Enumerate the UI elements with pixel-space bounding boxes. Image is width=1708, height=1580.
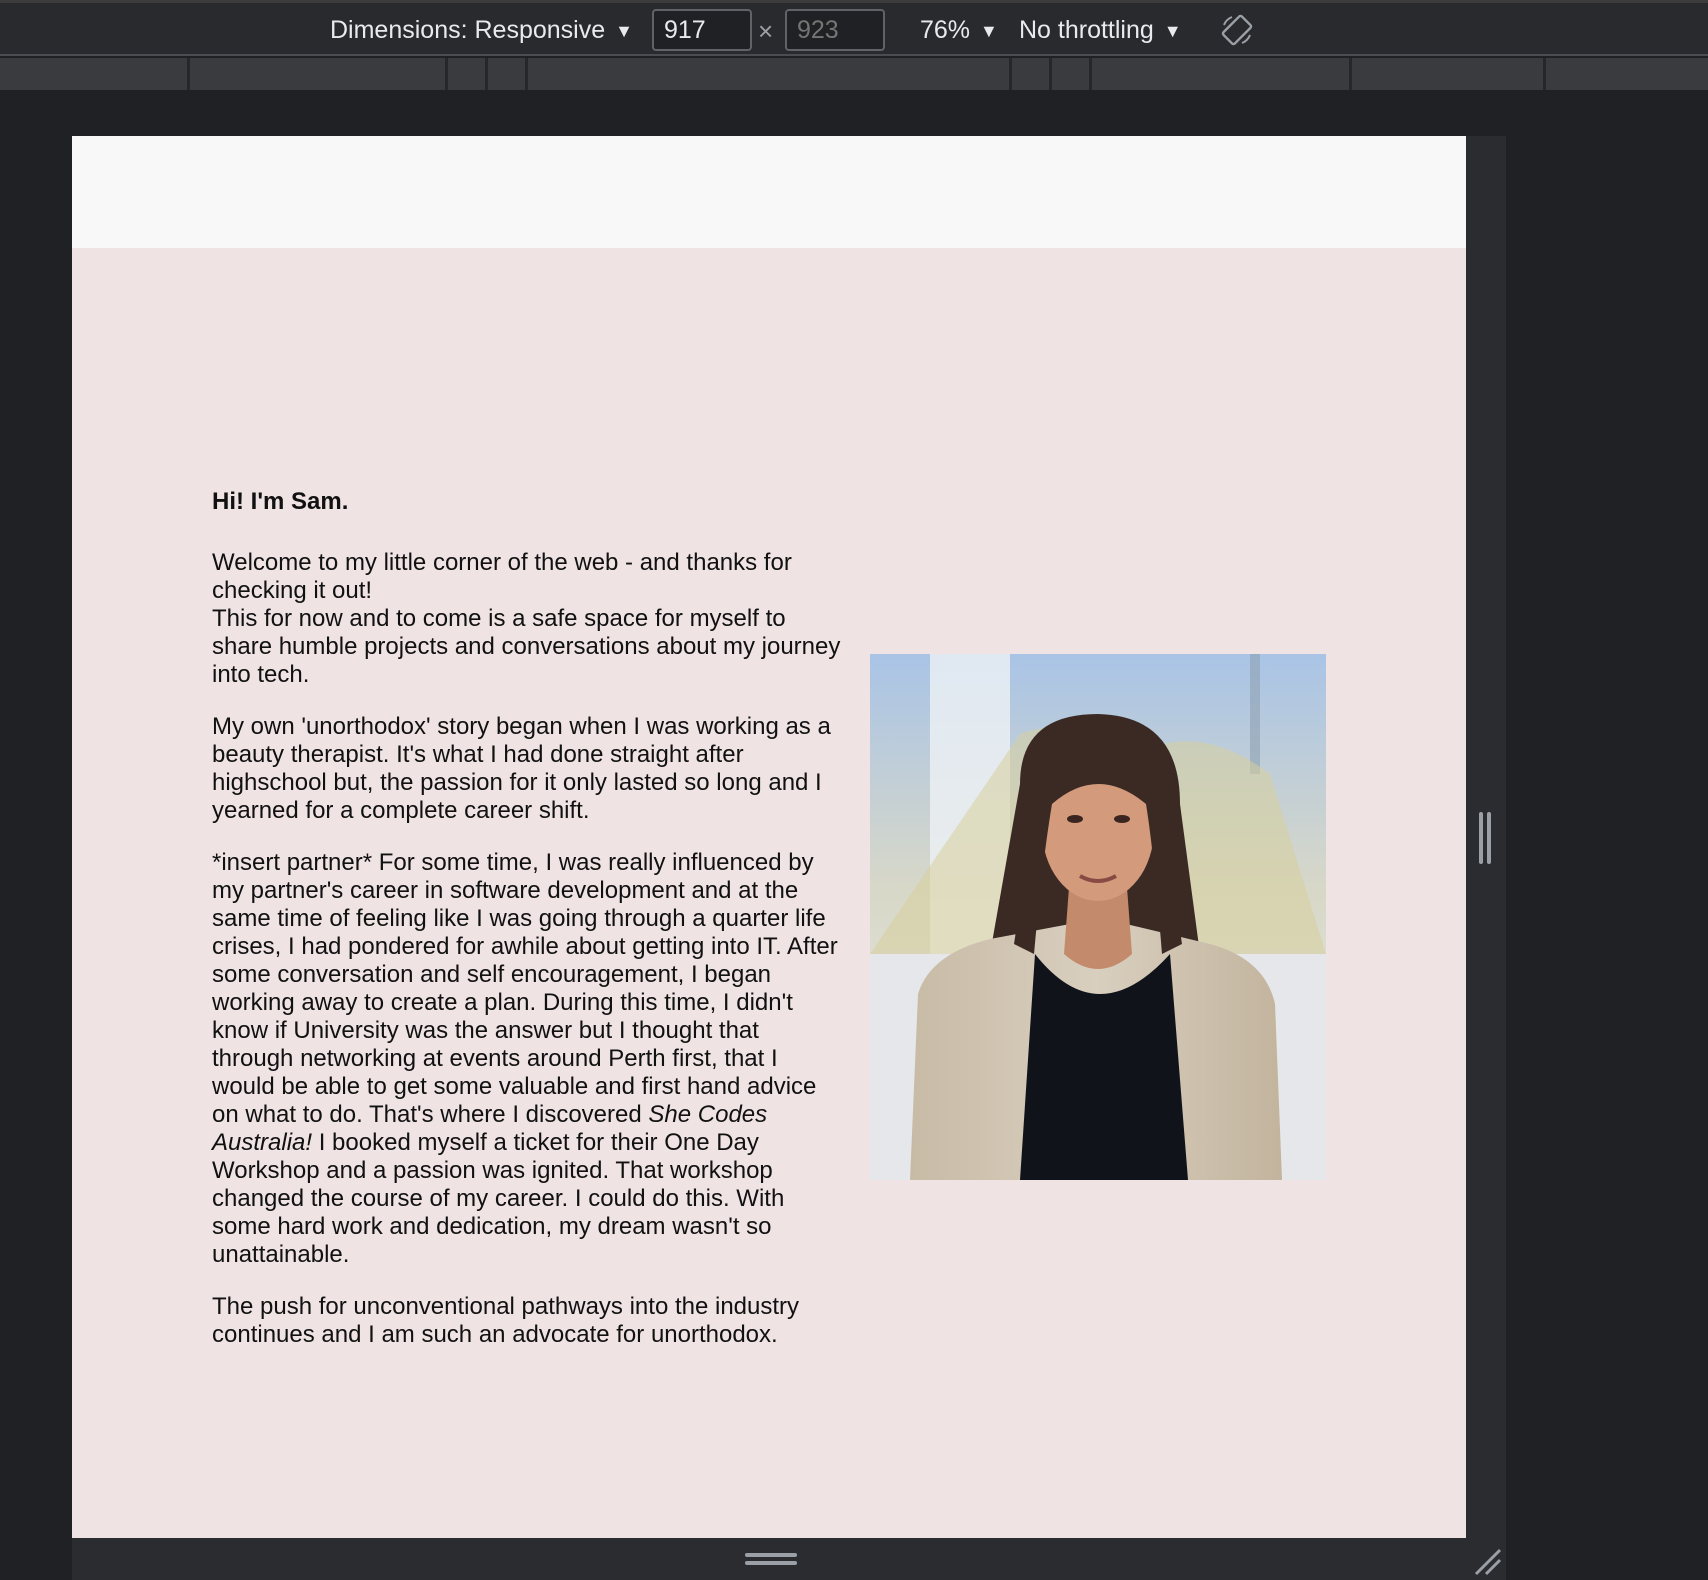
media-query-segment[interactable]: [190, 58, 448, 90]
story-text-before: *insert partner* For some time, I was re…: [212, 849, 838, 1128]
about-story: *insert partner* For some time, I was re…: [212, 849, 842, 1269]
width-input[interactable]: [652, 9, 752, 51]
throttling-label: No throttling: [1019, 16, 1154, 44]
throttling-dropdown[interactable]: No throttling ▼: [1019, 16, 1182, 45]
rotate-icon[interactable]: [1220, 13, 1254, 47]
dimensions-dropdown[interactable]: Dimensions: Responsive ▼: [330, 16, 633, 45]
corner-resize-icon[interactable]: [1472, 1546, 1502, 1576]
portrait-photo: [870, 654, 1326, 1180]
dimensions-label: Dimensions: Responsive: [330, 16, 606, 44]
media-query-segment[interactable]: [1052, 58, 1092, 90]
page-header: [72, 136, 1466, 248]
media-query-segment[interactable]: [1352, 58, 1546, 90]
zoom-label: 76%: [920, 16, 971, 44]
about-heading: Hi! I'm Sam.: [212, 488, 349, 515]
caret-down-icon: ▼: [1163, 20, 1182, 41]
media-query-segment[interactable]: [1012, 58, 1052, 90]
media-query-segment[interactable]: [1092, 58, 1352, 90]
emulated-viewport: Hi! I'm Sam. Welcome to my little corner…: [72, 136, 1466, 1538]
about-section: Hi! I'm Sam. Welcome to my little corner…: [212, 488, 842, 1373]
times-icon: ×: [758, 16, 774, 46]
device-toolbar: Dimensions: Responsive ▼ × 76% ▼ No thro…: [0, 0, 1708, 56]
media-query-segment[interactable]: [488, 58, 528, 90]
caret-down-icon: ▼: [615, 20, 633, 41]
about-intro: Welcome to my little corner of the web -…: [212, 549, 842, 689]
intro-line-1: Welcome to my little corner of the web -…: [212, 549, 792, 604]
side-resize-handle[interactable]: [1479, 812, 1493, 864]
bottom-resize-handle[interactable]: [745, 1553, 797, 1567]
zoom-dropdown[interactable]: 76% ▼: [920, 16, 998, 45]
about-advocacy: The push for unconventional pathways int…: [212, 1293, 800, 1348]
about-story-start: My own 'unorthodox' story began when I w…: [212, 713, 831, 824]
media-query-bar: [0, 58, 1708, 92]
height-input[interactable]: [785, 9, 885, 51]
caret-down-icon: ▼: [980, 20, 998, 41]
intro-line-2: This for now and to come is a safe space…: [212, 605, 841, 688]
media-query-segment[interactable]: [0, 58, 190, 90]
media-query-segment[interactable]: [448, 58, 488, 90]
media-query-segment[interactable]: [528, 58, 1012, 90]
